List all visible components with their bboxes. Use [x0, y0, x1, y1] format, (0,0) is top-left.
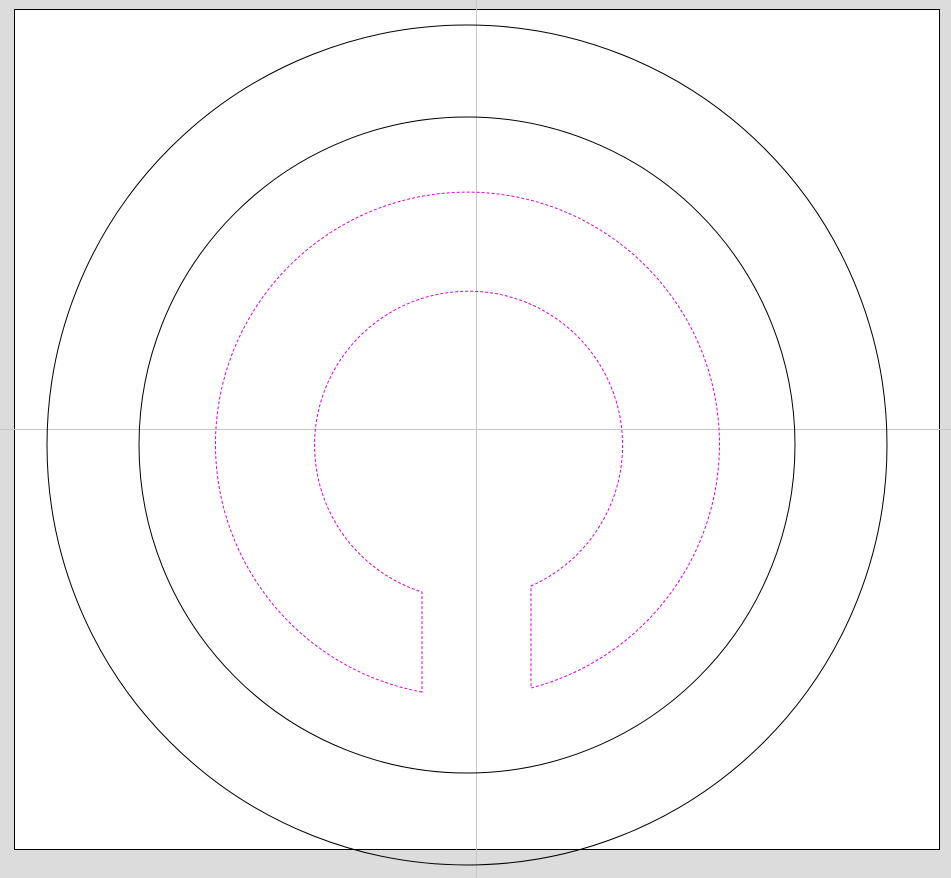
cad-viewport[interactable]: [0, 0, 951, 878]
drawing-canvas[interactable]: [0, 0, 951, 878]
